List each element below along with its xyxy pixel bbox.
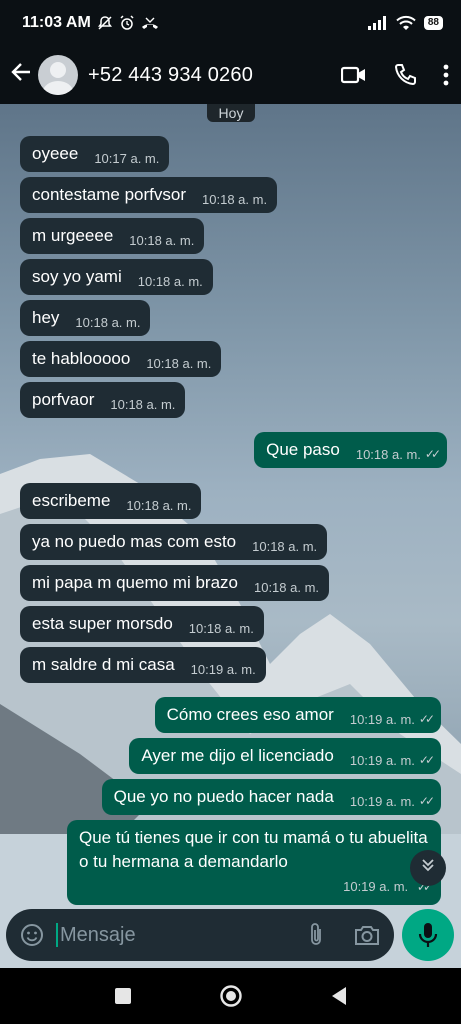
- signal-icon: [367, 16, 386, 30]
- message-outgoing[interactable]: Que paso 10:18 a. m. ✓✓: [254, 432, 447, 468]
- voice-record-button[interactable]: [402, 909, 454, 961]
- message-time: 10:18 a. m.: [137, 273, 203, 289]
- message-time: 10:19 a. m.: [349, 793, 415, 809]
- message-text: esta super morsdo: [32, 614, 173, 633]
- message-time: 10:18 a. m.: [129, 232, 195, 248]
- message-incoming[interactable]: m saldre d mi casa 10:19 a. m.: [20, 647, 266, 683]
- message-text: oyeee: [32, 144, 79, 163]
- message-outgoing[interactable]: Que yo no puedo hacer nada 10:19 a. m. ✓…: [101, 779, 441, 815]
- message-text: ya no puedo mas com esto: [32, 532, 237, 551]
- battery-indicator: 88: [423, 16, 443, 30]
- message-incoming[interactable]: soy yo yami 10:18 a. m.: [20, 259, 213, 295]
- message-text: Cómo crees eso amor: [166, 705, 334, 724]
- read-receipt-icon: ✓✓: [418, 712, 435, 726]
- back-nav-icon[interactable]: [330, 986, 348, 1006]
- read-receipt-icon: ✓✓: [418, 753, 435, 767]
- attach-icon[interactable]: [308, 922, 324, 948]
- message-incoming[interactable]: porfvaor 10:18 a. m.: [20, 382, 186, 418]
- chevron-double-down-icon: [422, 859, 434, 872]
- recents-icon[interactable]: [114, 987, 132, 1005]
- message-incoming[interactable]: mi papa m quemo mi brazo 10:18 a. m.: [20, 565, 330, 601]
- message-text: Que yo no puedo hacer nada: [113, 787, 334, 806]
- message-time: 10:19 a. m.: [349, 711, 415, 727]
- message-text: m saldre d mi casa: [32, 655, 175, 674]
- message-time: 10:18 a. m.: [202, 191, 268, 207]
- message-time: 10:18 a. m.: [355, 446, 421, 462]
- message-time: 10:18 a. m.: [252, 538, 318, 554]
- contact-name[interactable]: +52 443 934 0260: [88, 64, 253, 87]
- message-incoming[interactable]: ya no puedo mas com esto 10:18 a. m.: [20, 524, 328, 560]
- message-time: 10:18 a. m.: [188, 620, 254, 636]
- message-incoming[interactable]: hey 10:18 a. m.: [20, 300, 151, 336]
- message-incoming[interactable]: esta super morsdo 10:18 a. m.: [20, 606, 264, 642]
- read-receipt-icon: ✓✓: [418, 794, 435, 808]
- voice-call-icon[interactable]: [393, 63, 417, 87]
- status-bar: 11:03 AM 88: [0, 0, 461, 46]
- message-time: 10:18 a. m.: [253, 579, 320, 595]
- message-outgoing[interactable]: Cómo crees eso amor 10:19 a. m. ✓✓: [154, 697, 441, 733]
- microphone-icon: [418, 923, 438, 947]
- message-input[interactable]: Mensaje: [60, 924, 136, 947]
- message-text: m urgeeee: [32, 226, 114, 245]
- avatar[interactable]: [38, 55, 78, 95]
- notifications-off-icon: [97, 16, 112, 30]
- message-outgoing[interactable]: Que tú tienes que ir con tu mamá o tu ab…: [67, 820, 441, 905]
- message-text: mi papa m quemo mi brazo: [32, 573, 238, 592]
- message-incoming[interactable]: te hablooooo 10:18 a. m.: [20, 341, 222, 377]
- status-time: 11:03 AM: [22, 14, 91, 31]
- arrow-left-icon[interactable]: [8, 61, 34, 90]
- missed-call-icon: [141, 17, 158, 29]
- message-incoming[interactable]: m urgeeee 10:18 a. m.: [20, 218, 205, 254]
- message-text: escribeme: [32, 491, 111, 510]
- video-call-icon[interactable]: [341, 65, 367, 85]
- message-text: soy yo yami: [32, 267, 122, 286]
- message-time: 10:18 a. m.: [126, 497, 192, 513]
- read-receipt-icon: ✓✓: [424, 447, 441, 461]
- chat-area[interactable]: Hoy oyeee 10:17 a. m. contestame porfvso…: [0, 104, 461, 968]
- message-text: Que tú tienes que ir con tu mamá o tu ab…: [79, 828, 428, 871]
- scroll-down-button[interactable]: [410, 850, 446, 886]
- message-time: 10:18 a. m.: [110, 396, 176, 412]
- message-text: Que paso: [266, 440, 340, 459]
- message-incoming[interactable]: contestame porfvsor 10:18 a. m.: [20, 177, 278, 213]
- home-icon[interactable]: [219, 984, 243, 1008]
- message-time: 10:18 a. m.: [75, 314, 141, 330]
- message-incoming[interactable]: oyeee 10:17 a. m.: [20, 136, 170, 172]
- message-time: 10:17 a. m.: [94, 150, 160, 166]
- message-text: hey: [32, 308, 60, 327]
- camera-icon[interactable]: [354, 924, 380, 946]
- message-incoming[interactable]: escribeme 10:18 a. m.: [20, 483, 202, 519]
- message-time: 10:19 a. m.: [343, 879, 409, 894]
- message-text: porfvaor: [32, 390, 95, 409]
- alarm-icon: [120, 15, 134, 30]
- message-text: te hablooooo: [32, 349, 131, 368]
- message-text: contestame porfvsor: [32, 185, 187, 204]
- system-nav-bar: [0, 968, 461, 1024]
- message-composer[interactable]: Mensaje: [6, 909, 394, 961]
- emoji-icon[interactable]: [20, 923, 44, 947]
- wifi-icon: [396, 15, 416, 30]
- message-text: Ayer me dijo el licenciado: [141, 746, 334, 765]
- message-outgoing[interactable]: Ayer me dijo el licenciado 10:19 a. m. ✓…: [129, 738, 441, 774]
- chat-header: +52 443 934 0260: [0, 46, 461, 104]
- message-time: 10:18 a. m.: [146, 355, 212, 371]
- date-chip: Hoy: [207, 104, 255, 122]
- more-options-icon[interactable]: [443, 64, 449, 86]
- message-time: 10:19 a. m.: [349, 752, 415, 768]
- message-time: 10:19 a. m.: [190, 661, 256, 677]
